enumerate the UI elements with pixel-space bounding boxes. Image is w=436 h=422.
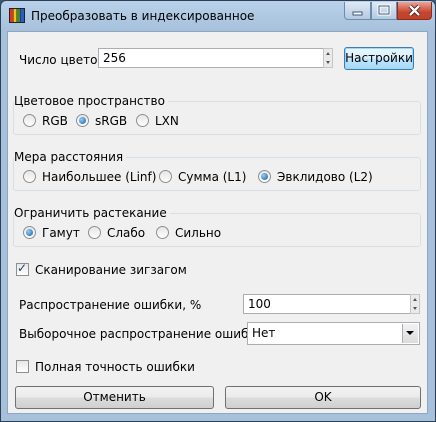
full-precision-label[interactable]: Полная точность ошибки [35, 360, 195, 374]
colors-count-input[interactable]: 256 [98, 48, 324, 68]
palette-icon [9, 8, 25, 23]
radio-l2[interactable] [258, 170, 271, 183]
spread-group: Ограничить растекание Гамут Слабо Сильно [13, 206, 421, 247]
radio-gamut-label[interactable]: Гамут [42, 226, 80, 240]
error-diffusion-label: Распространение ошибки, % [19, 298, 202, 312]
cancel-button[interactable]: Отменить [15, 386, 214, 409]
chevron-down-icon [406, 331, 414, 335]
radio-weak-label[interactable]: Слабо [107, 226, 145, 240]
distance-title: Мера расстояния [14, 150, 127, 164]
zigzag-label[interactable]: Сканирование зигзагом [35, 263, 187, 277]
settings-button[interactable]: Настройки [344, 47, 414, 70]
close-icon [408, 4, 421, 17]
radio-srgb-label[interactable]: sRGB [95, 114, 127, 128]
colors-count-label: Число цветов [19, 53, 105, 67]
title-bar[interactable]: Преобразовать в индексированное [1, 1, 435, 31]
radio-lxn-label[interactable]: LXN [155, 114, 179, 128]
dropdown-button[interactable] [402, 324, 418, 343]
selective-diffusion-value: Нет [252, 326, 276, 340]
radio-l2-label[interactable]: Эвклидово (L2) [277, 170, 373, 184]
radio-rgb[interactable] [23, 114, 36, 127]
selective-diffusion-label: Выборочное распространение ошибки [19, 327, 264, 341]
radio-gamut[interactable] [23, 226, 36, 239]
dialog-body: Число цветов 256 Настройки Цветовое прос… [7, 31, 428, 414]
minimize-icon [352, 11, 363, 16]
close-button[interactable] [397, 2, 432, 20]
radio-linf-label[interactable]: Наибольшее (Linf) [42, 170, 156, 184]
ok-button[interactable]: OK [225, 386, 421, 409]
error-diffusion-input[interactable]: 100 [243, 294, 411, 314]
radio-srgb[interactable] [76, 114, 89, 127]
selective-diffusion-select[interactable]: Нет [247, 322, 420, 345]
zigzag-checkbox[interactable] [16, 261, 29, 276]
distance-group: Мера расстояния Наибольшее (Linf) Сумма … [13, 150, 421, 191]
window-title: Преобразовать в индексированное [31, 9, 255, 23]
colors-count-spinner[interactable] [323, 48, 333, 68]
dialog-window: Преобразовать в индексированное Число цв… [0, 0, 436, 422]
radio-l1-label[interactable]: Сумма (L1) [178, 170, 246, 184]
full-precision-checkbox[interactable] [16, 360, 29, 373]
error-diffusion-spinner[interactable] [410, 294, 420, 314]
radio-strong-label[interactable]: Сильно [175, 226, 221, 240]
minimize-button[interactable] [344, 2, 371, 20]
radio-l1[interactable] [159, 170, 172, 183]
maximize-button[interactable] [371, 2, 397, 20]
radio-rgb-label[interactable]: RGB [42, 114, 68, 128]
radio-lxn[interactable] [136, 114, 149, 127]
color-space-title: Цветовое пространство [14, 94, 168, 108]
spread-title: Ограничить растекание [14, 206, 170, 220]
spinner-arrows-icon [413, 298, 417, 310]
color-space-group: Цветовое пространство RGB sRGB LXN [13, 94, 421, 135]
radio-linf[interactable] [23, 170, 36, 183]
spinner-arrows-icon [326, 52, 330, 64]
maximize-icon [377, 4, 391, 16]
radio-weak[interactable] [88, 226, 101, 239]
radio-strong[interactable] [156, 226, 169, 239]
